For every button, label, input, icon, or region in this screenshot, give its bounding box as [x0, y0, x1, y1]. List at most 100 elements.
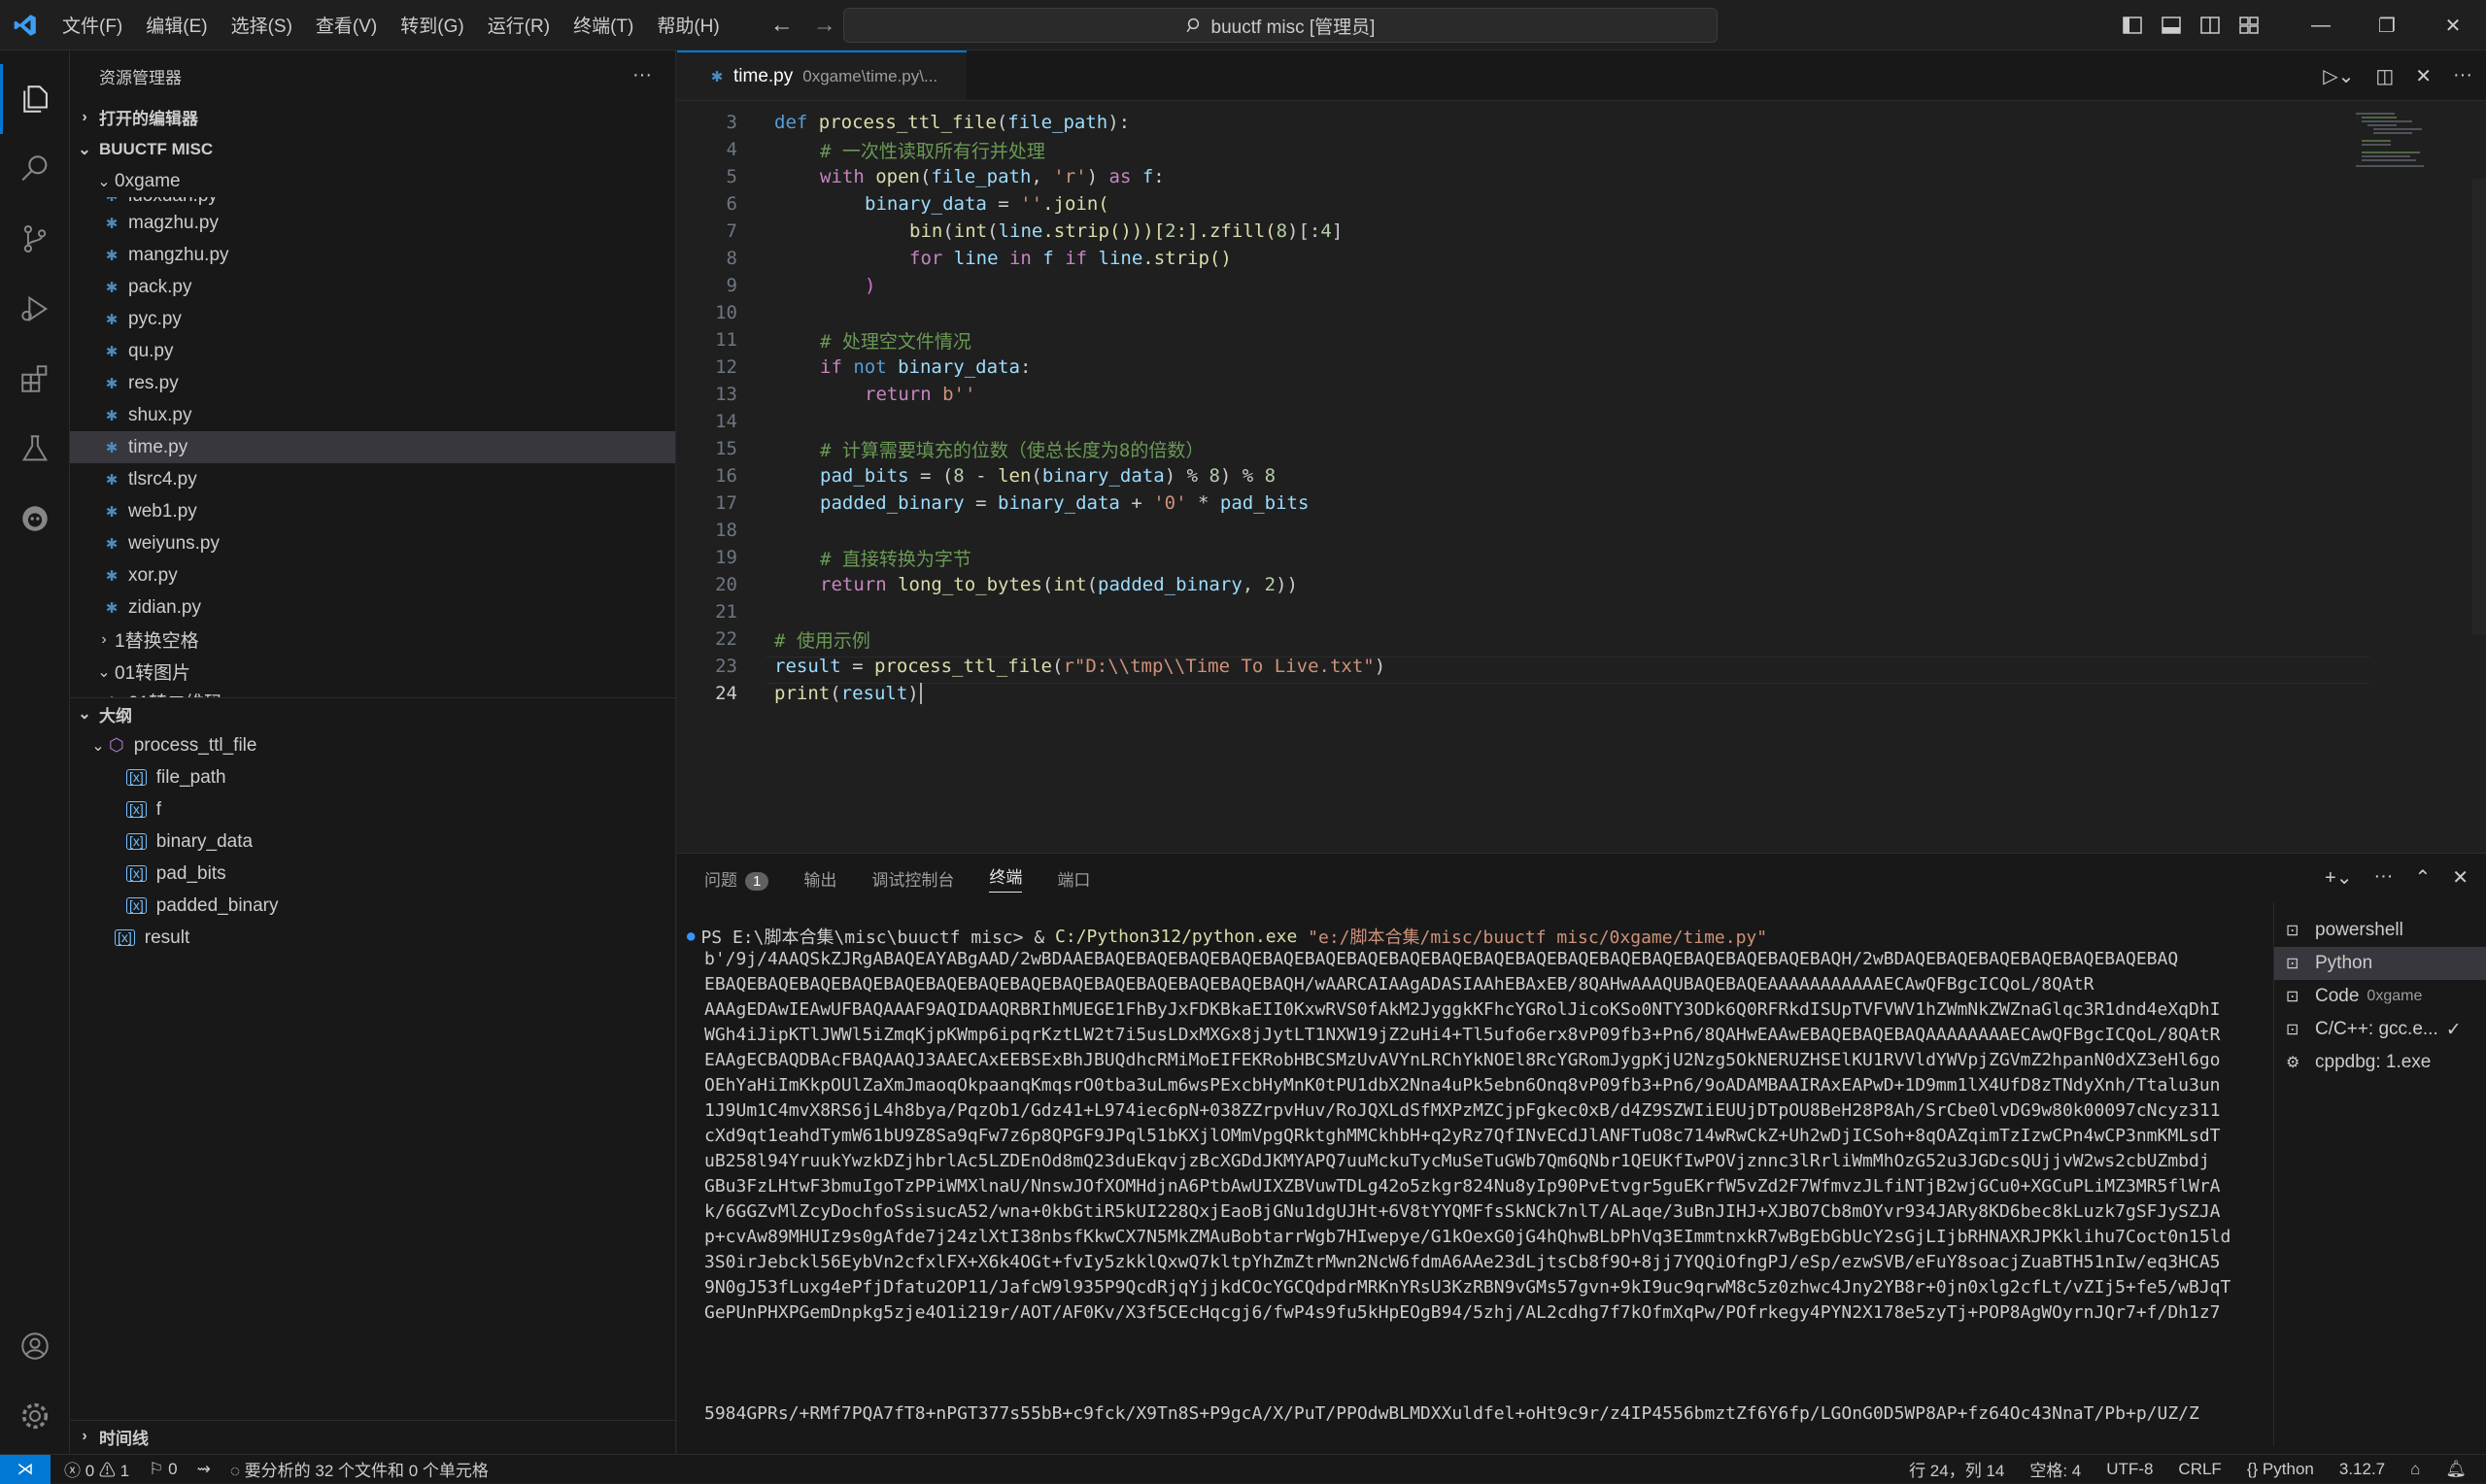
customize-layout-icon[interactable]: [2230, 17, 2268, 34]
file-tlsrc4[interactable]: ✱ tlsrc4.py: [70, 463, 675, 495]
title-controls: — ❐ ✕: [2113, 0, 2486, 51]
editor-scrollbar[interactable]: [2472, 179, 2486, 635]
more-actions-icon[interactable]: ···: [632, 64, 652, 86]
menu-run[interactable]: 运行(R): [476, 12, 562, 38]
remote-indicator-icon[interactable]: ⋊: [0, 1454, 51, 1484]
source-control-icon[interactable]: [0, 204, 70, 274]
folder-0xgame[interactable]: ⌄ 0xgame: [70, 165, 675, 197]
file-mangzhu[interactable]: ✱ mangzhu.py: [70, 239, 675, 271]
close-icon[interactable]: ✕: [2415, 64, 2432, 88]
menu-view[interactable]: 查看(V): [304, 12, 389, 38]
code-line: 6 binary_data = ''.join(: [726, 193, 1109, 215]
outline-var-f[interactable]: [x] f: [70, 793, 675, 826]
indentation[interactable]: 空格: 4: [2029, 1457, 2081, 1481]
menu-file[interactable]: 文件(F): [51, 12, 134, 38]
minimize-icon[interactable]: —: [2288, 15, 2354, 37]
tab-terminal[interactable]: 终端: [989, 863, 1023, 893]
language-mode[interactable]: {} Python: [2247, 1460, 2314, 1479]
forward-arrow-icon[interactable]: →: [813, 12, 836, 39]
file-qu[interactable]: ✱ qu.py: [70, 335, 675, 367]
outline-var-result[interactable]: [x] result: [70, 922, 675, 954]
tab-time-py[interactable]: ✱ time.py 0xgame\time.py\...: [677, 51, 968, 100]
code-editor[interactable]: 3 def process_ttl_file(file_path): 4 # 一次性…: [677, 101, 2486, 853]
file-zidian[interactable]: ✱ zidian.py: [70, 591, 675, 624]
new-terminal-icon[interactable]: +⌄: [2325, 865, 2352, 890]
terminal-output-line: GePUnPHXPGemDnpkg5zje4O1i219r/AOT/AF0Kv/…: [704, 1302, 2221, 1323]
settings-gear-icon[interactable]: [0, 1381, 70, 1451]
command-center-search[interactable]: buuctf misc [管理员]: [843, 8, 1718, 43]
run-debug-icon[interactable]: [0, 274, 70, 344]
analysis-status[interactable]: ◌ 要分析的 32 个文件和 0 个单元格: [230, 1457, 489, 1481]
copilot-icon[interactable]: ⌂: [2410, 1460, 2420, 1479]
folder-replace-space[interactable]: › 1替换空格: [70, 624, 675, 656]
cursor-position[interactable]: 行 24，列 14: [1909, 1457, 2004, 1481]
file-res[interactable]: ✱ res.py: [70, 367, 675, 399]
restore-icon[interactable]: ❐: [2354, 14, 2420, 38]
extensions-icon[interactable]: [0, 344, 70, 414]
menu-terminal[interactable]: 终端(T): [562, 12, 645, 38]
menu-edit[interactable]: 编辑(E): [134, 12, 219, 38]
explorer-icon[interactable]: [0, 64, 70, 134]
remote-explorer-icon[interactable]: [0, 484, 70, 554]
terminal-item-powershell[interactable]: ⊡ powershell: [2274, 914, 2486, 947]
file-xor[interactable]: ✱ xor.py: [70, 559, 675, 591]
toggle-secondary-sidebar-icon[interactable]: [2191, 17, 2230, 34]
terminal-item-code[interactable]: ⊡ Code 0xgame: [2274, 980, 2486, 1013]
run-python-file-icon[interactable]: ▷⌄: [2323, 64, 2354, 88]
python-interpreter[interactable]: 3.12.7: [2339, 1460, 2385, 1479]
more-actions-icon[interactable]: ···: [2453, 64, 2472, 88]
tab-debug-console[interactable]: 调试控制台: [871, 866, 954, 891]
outline-var-file-path[interactable]: [x] file_path: [70, 761, 675, 793]
outline-var-pad-bits[interactable]: [x] pad_bits: [70, 858, 675, 890]
terminal-output[interactable]: ● PS E:\脚本合集\misc\buuctf misc> & C:/Pyth…: [677, 924, 2261, 1448]
minimap[interactable]: [2356, 111, 2472, 169]
search-activity-icon[interactable]: [0, 134, 70, 204]
tab-ports[interactable]: 端口: [1057, 866, 1090, 891]
close-panel-icon[interactable]: ✕: [2452, 865, 2469, 890]
menu-help[interactable]: 帮助(H): [645, 12, 731, 38]
menu-selection[interactable]: 选择(S): [220, 12, 304, 38]
problems-status[interactable]: ⓧ 0 ⚠ 1: [64, 1457, 129, 1481]
vscode-logo-icon: [0, 0, 51, 51]
file-pyc[interactable]: ✱ pyc.py: [70, 303, 675, 335]
folder-01-to-image[interactable]: ⌄ 01转图片: [70, 656, 675, 688]
maximize-panel-icon[interactable]: ⌃: [2414, 865, 2431, 890]
more-actions-icon[interactable]: ···: [2373, 865, 2393, 890]
toggle-panel-icon[interactable]: [2152, 17, 2191, 34]
close-window-icon[interactable]: ✕: [2420, 14, 2486, 38]
terminal-output-line: WGh4iJipKTlJWWl5iZmqKjpKWmp6ipqrKztLW2t7…: [704, 1025, 2221, 1045]
panel-tabs: 问题 1 输出 调试控制台 终端 端口: [677, 854, 2486, 902]
file-pack[interactable]: ✱ pack.py: [70, 271, 675, 303]
file-shux[interactable]: ✱ shux.py: [70, 399, 675, 431]
notifications-bell-icon[interactable]: 🔔︎: [2445, 1460, 2467, 1479]
accounts-icon[interactable]: [0, 1311, 70, 1381]
file-web1[interactable]: ✱ web1.py: [70, 495, 675, 527]
file-time[interactable]: ✱ time.py: [70, 431, 675, 463]
encoding[interactable]: UTF-8: [2106, 1460, 2153, 1479]
outline-section[interactable]: ⌄ 大纲: [70, 697, 675, 729]
file-weiyuns[interactable]: ✱ weiyuns.py: [70, 527, 675, 559]
python-file-icon: ✱: [105, 375, 119, 392]
menu-go[interactable]: 转到(G): [389, 12, 475, 38]
timeline-section[interactable]: › 时间线: [70, 1420, 676, 1452]
terminal-item-gcc[interactable]: ⊡ C/C++: gcc.e... ✓: [2274, 1013, 2486, 1046]
tab-output[interactable]: 输出: [803, 866, 836, 891]
live-share-icon[interactable]: ⇝: [197, 1460, 211, 1479]
end-of-line[interactable]: CRLF: [2178, 1460, 2221, 1479]
file-magzhu[interactable]: ✱ magzhu.py: [70, 207, 675, 239]
method-cube-icon: ⬡: [109, 735, 124, 755]
editor-area: ✱ time.py 0xgame\time.py\... ▷⌄ ◫ ✕ ··· …: [677, 51, 2486, 853]
ports-status[interactable]: ⚐ 0: [149, 1460, 177, 1479]
workspace-section[interactable]: ⌄ BUUCTF MISC: [70, 133, 675, 165]
testing-flask-icon[interactable]: [0, 414, 70, 484]
tab-problems[interactable]: 问题 1: [704, 866, 769, 891]
back-arrow-icon[interactable]: ←: [770, 12, 794, 39]
open-editors-section[interactable]: › 打开的编辑器: [70, 101, 675, 133]
split-editor-icon[interactable]: ◫: [2375, 64, 2394, 88]
terminal-item-python[interactable]: ⊡ Python: [2274, 947, 2486, 980]
terminal-item-cppdbg[interactable]: ⚙ cppdbg: 1.exe: [2274, 1046, 2486, 1079]
outline-var-padded-binary[interactable]: [x] padded_binary: [70, 890, 675, 922]
outline-function[interactable]: ⌄ ⬡ process_ttl_file: [70, 729, 675, 761]
outline-var-binary-data[interactable]: [x] binary_data: [70, 826, 675, 858]
toggle-sidebar-icon[interactable]: [2113, 17, 2152, 34]
